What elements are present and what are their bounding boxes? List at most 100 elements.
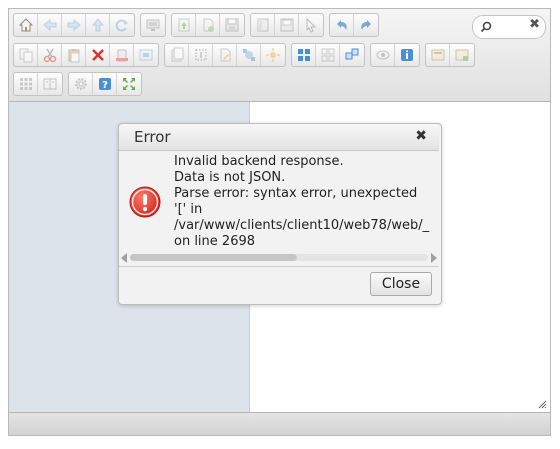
save-button[interactable] xyxy=(220,14,244,36)
home-button[interactable] xyxy=(14,14,38,36)
empty-button[interactable] xyxy=(110,44,134,66)
dialog-title: Error xyxy=(134,128,171,146)
close-button[interactable]: Close xyxy=(370,272,432,296)
hide-icon xyxy=(139,49,153,61)
save-icon xyxy=(225,18,239,32)
error-message-line: Parse error: syntax error, unexpected xyxy=(174,186,418,201)
paste-icon xyxy=(68,49,79,63)
copy-button[interactable] xyxy=(14,44,38,66)
error-message-line: on line 2698 xyxy=(174,234,256,249)
toolbar-group xyxy=(329,13,379,37)
fullscreen-icon xyxy=(123,78,135,90)
download-icon xyxy=(280,18,293,32)
sort-icon xyxy=(43,78,57,90)
view-tree-button[interactable] xyxy=(340,44,364,66)
upload-button[interactable] xyxy=(172,14,196,36)
delete-icon xyxy=(91,49,104,61)
info-button[interactable] xyxy=(395,44,419,66)
toolbar-group xyxy=(13,72,63,96)
up-icon xyxy=(91,18,104,32)
toolbar-group xyxy=(13,13,135,37)
toolbar-row-2 xyxy=(13,43,480,67)
back-button[interactable] xyxy=(38,14,62,36)
home-icon xyxy=(18,18,33,32)
paste-button[interactable] xyxy=(62,44,86,66)
quicklook-icon xyxy=(376,50,389,60)
undo-button[interactable] xyxy=(330,14,354,36)
view-buttons-icon[interactable] xyxy=(292,44,316,66)
svg-text:?: ? xyxy=(102,80,108,91)
search-box[interactable]: ✖ xyxy=(472,15,546,39)
quicklook-button[interactable] xyxy=(371,44,395,66)
open-icon xyxy=(257,18,268,32)
error-message-line: /var/www/clients/client10/web78/web/_ xyxy=(174,218,430,233)
view-tree-icon xyxy=(345,48,359,60)
redo-button[interactable] xyxy=(354,14,378,36)
status-bar xyxy=(9,412,550,435)
toolbar-group: ? xyxy=(68,72,142,96)
fullscreen-button[interactable] xyxy=(117,73,141,95)
archive-icon xyxy=(455,49,469,61)
open-button[interactable] xyxy=(251,14,275,36)
cut-button[interactable] xyxy=(38,44,62,66)
error-message-line: Invalid backend response. xyxy=(174,154,344,169)
clear-search-icon[interactable]: ✖ xyxy=(529,17,540,32)
sort-button[interactable] xyxy=(38,73,62,95)
select-all-button[interactable] xyxy=(14,73,38,95)
info-icon xyxy=(401,49,413,61)
select-button[interactable] xyxy=(299,14,323,36)
preferences-button[interactable] xyxy=(69,73,93,95)
reload-button[interactable] xyxy=(110,14,134,36)
download-button[interactable] xyxy=(275,14,299,36)
undo-icon xyxy=(336,20,347,30)
help-button[interactable]: ? xyxy=(93,73,117,95)
resize-button[interactable] xyxy=(237,44,261,66)
search-input[interactable] xyxy=(495,18,523,34)
help-icon: ? xyxy=(98,78,111,91)
forward-icon xyxy=(67,18,81,32)
reload-icon xyxy=(115,19,128,32)
extract-button[interactable] xyxy=(261,44,285,66)
horizontal-scrollbar[interactable] xyxy=(121,252,437,264)
dialog-titlebar[interactable]: Error ✖ xyxy=(119,124,439,151)
archive-button[interactable] xyxy=(450,44,474,66)
scroll-left-icon[interactable] xyxy=(121,253,127,263)
dialog-footer-divider xyxy=(119,266,439,267)
empty-icon xyxy=(115,49,128,62)
edit-button[interactable] xyxy=(213,44,237,66)
error-message-line: '[' in xyxy=(174,202,203,217)
forward-button[interactable] xyxy=(62,14,86,36)
mkfile-icon xyxy=(203,18,214,32)
toolbar-group xyxy=(370,43,420,67)
netmount-icon xyxy=(146,19,160,31)
error-message-line: Data is not JSON. xyxy=(174,170,286,185)
delete-button[interactable] xyxy=(86,44,110,66)
toolbar-row-1 xyxy=(13,13,384,37)
toolbar-group xyxy=(425,43,475,67)
resize-grip-icon[interactable] xyxy=(538,400,547,409)
scroll-right-icon[interactable] xyxy=(431,253,437,263)
toolbar-group xyxy=(250,13,324,37)
select-icon xyxy=(306,17,317,33)
up-button[interactable] xyxy=(86,14,110,36)
close-icon[interactable]: ✖ xyxy=(415,128,427,144)
error-message: Invalid backend response. Data is not JSO… xyxy=(174,154,440,250)
select-all-icon xyxy=(19,78,32,90)
rename-icon xyxy=(195,49,206,61)
mkfile-button[interactable] xyxy=(196,14,220,36)
toolbar: ? ✖ xyxy=(9,9,550,102)
scroll-thumb[interactable] xyxy=(130,254,297,261)
chmod-icon xyxy=(431,49,444,61)
preferences-icon xyxy=(74,78,87,90)
view-list-icon xyxy=(321,48,334,62)
extract-icon xyxy=(266,48,280,62)
duplicate-button[interactable] xyxy=(165,44,189,66)
search-icon xyxy=(480,21,492,33)
toolbar-row-3: ? xyxy=(13,72,147,96)
toolbar-group xyxy=(140,13,166,37)
hide-button[interactable] xyxy=(134,44,158,66)
view-list-button[interactable] xyxy=(316,44,340,66)
rename-button[interactable] xyxy=(189,44,213,66)
netmount-button[interactable] xyxy=(141,14,165,36)
chmod-button[interactable] xyxy=(426,44,450,66)
